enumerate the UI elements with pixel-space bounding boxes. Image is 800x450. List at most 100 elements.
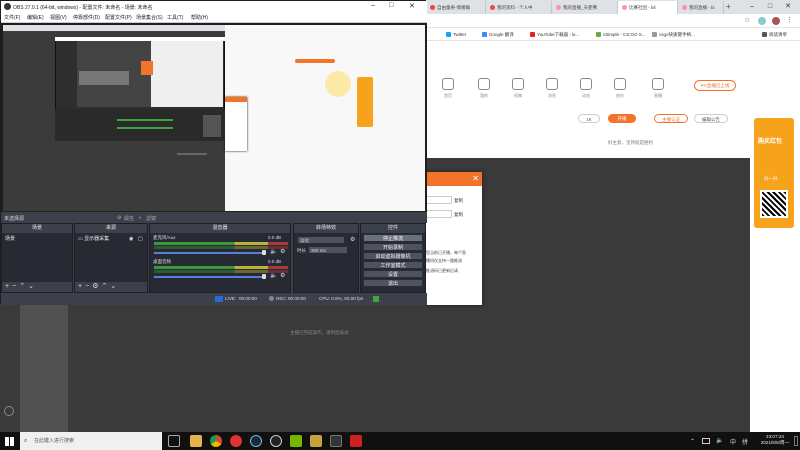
studio-mode-button[interactable]: 工作室模式 <box>363 261 423 269</box>
filters-button[interactable]: 滤镜 <box>146 215 156 222</box>
maximize-icon[interactable]: □ <box>389 2 393 9</box>
minimize-icon[interactable]: – <box>371 2 375 9</box>
virtual-camera-button[interactable]: 启动虚拟摄像机 <box>363 252 423 260</box>
minimize-icon[interactable]: – <box>744 2 760 12</box>
upload-icon[interactable] <box>512 78 524 90</box>
menu-dots-icon[interactable]: ⋮ <box>786 16 793 24</box>
live-icon[interactable] <box>652 78 664 90</box>
extension-icon[interactable] <box>758 17 766 25</box>
copy-button[interactable]: 复制 <box>454 212 463 218</box>
menu-view[interactable]: 视图(V) <box>50 14 67 21</box>
volume-icon[interactable]: 🔈 <box>716 437 723 444</box>
bookmark-item[interactable]: csgo快速键手柄... <box>652 32 695 38</box>
menu-tools[interactable]: 工具(T) <box>167 14 183 21</box>
speaker-icon[interactable]: 🔈 <box>270 272 277 279</box>
duration-input[interactable]: 300 ms <box>308 246 348 254</box>
taskbar-search[interactable]: ⌕ 在此键入进行搜索 <box>20 432 162 450</box>
obs-icon[interactable] <box>270 435 282 447</box>
volume-knob[interactable] <box>262 274 266 279</box>
down-icon[interactable]: ⌄ <box>110 283 119 290</box>
game-icon[interactable] <box>310 435 322 447</box>
gear-icon[interactable]: ⚙ <box>280 272 285 279</box>
eye-icon[interactable]: ◉ <box>129 235 133 243</box>
headset-icon[interactable] <box>4 406 14 416</box>
create-icon[interactable] <box>614 78 626 90</box>
speaker-icon[interactable]: 🔈 <box>270 248 277 255</box>
properties-button[interactable]: 属性 <box>124 215 134 222</box>
user-icon[interactable] <box>478 78 490 90</box>
bookmark-item[interactable]: vSimple - CS:GO S... <box>596 32 646 38</box>
chrome-tab[interactable]: 我的资料 - 个人中 <box>486 1 552 14</box>
scenes-footer: +−⌃⌄ <box>2 282 72 292</box>
mixer-channel-desktop: 桌面音频 0.0 dB 🔈 ⚙ <box>150 257 290 281</box>
star-icon[interactable]: ☆ <box>744 16 750 24</box>
bookmark-label: csgo快速键手柄... <box>659 32 695 37</box>
menu-file[interactable]: 文件(F) <box>4 14 20 21</box>
menu-edit[interactable]: 编辑(E) <box>27 14 44 21</box>
exit-button[interactable]: 退出 <box>363 279 423 287</box>
tag-button-1k[interactable]: 1K <box>578 114 600 123</box>
nvidia-icon[interactable] <box>290 435 302 447</box>
file-explorer-icon[interactable] <box>190 435 202 447</box>
terminal-icon[interactable] <box>330 435 342 447</box>
server-field[interactable] <box>426 196 452 204</box>
key-field[interactable] <box>426 210 452 218</box>
gear-icon[interactable]: ⚙ <box>280 248 285 255</box>
close-icon[interactable]: ✕ <box>780 2 796 12</box>
start-recording-button[interactable]: 开始录制 <box>363 243 423 251</box>
source-item[interactable]: ▭ 显示器采集 ◉ ▢ <box>75 235 147 243</box>
volume-knob[interactable] <box>262 250 266 255</box>
avatar[interactable] <box>772 17 780 25</box>
red-app-icon[interactable] <box>350 435 362 447</box>
menu-help[interactable]: 帮助(H) <box>191 14 208 21</box>
scene-item[interactable]: 场景 <box>2 235 72 243</box>
steam-icon[interactable] <box>250 435 262 447</box>
preview-inner-page <box>151 41 223 107</box>
dynamic-icon[interactable] <box>580 78 592 90</box>
start-live-button[interactable]: 开播 <box>608 114 636 123</box>
bookmark-item[interactable]: YouTube下载器 - ki... <box>530 32 579 38</box>
network-icon[interactable] <box>702 438 710 444</box>
ime-icon[interactable]: 中 <box>730 437 736 446</box>
anchor-cert-button[interactable]: 主播认证 <box>654 114 688 123</box>
message-icon[interactable] <box>546 78 558 90</box>
reading-list[interactable]: 阅读清单 <box>762 32 787 38</box>
volume-slider[interactable] <box>154 276 264 278</box>
windows-start-icon[interactable] <box>5 437 14 446</box>
close-icon[interactable]: ✕ <box>409 2 415 10</box>
copy-button[interactable]: 复制 <box>454 198 463 204</box>
chrome-tab[interactable]: 我的直播 - bi <box>678 1 724 14</box>
task-view-icon[interactable] <box>168 435 180 447</box>
up-icon[interactable]: ⌃ <box>101 283 110 290</box>
new-tab-plus-icon[interactable]: + <box>726 2 731 11</box>
chrome-tab[interactable]: 我的直播_天使弗 <box>552 1 618 14</box>
bookmark-item[interactable]: Google 翻译 <box>482 32 514 38</box>
taskbar-clock[interactable]: 23:07:24 2021/6/6/周一 <box>758 434 792 446</box>
netease-music-icon[interactable] <box>230 435 242 447</box>
pc-live-button[interactable]: PC直播已上线 <box>694 80 736 91</box>
settings-button[interactable]: 设置 <box>363 270 423 278</box>
bookmark-item[interactable]: Twitter <box>446 32 466 38</box>
chrome-tab[interactable]: 自由童奇-情绪确 <box>426 1 486 14</box>
rec-indicator-icon <box>269 296 274 301</box>
menu-scene-collection[interactable]: 场景集合(S) <box>136 14 163 21</box>
menu-docks[interactable]: 停靠部件(D) <box>73 14 100 21</box>
maximize-icon[interactable]: □ <box>762 2 778 12</box>
dialog-close-icon[interactable]: ✕ <box>472 174 479 183</box>
chrome-tab-active[interactable]: 比赛社团 - bil <box>618 1 678 14</box>
transition-select[interactable]: 淡化 <box>297 236 345 244</box>
home-icon[interactable] <box>442 78 454 90</box>
up-icon[interactable]: ⌃ <box>19 283 28 290</box>
lock-icon[interactable]: ▢ <box>138 235 143 243</box>
preview-meter <box>117 119 173 121</box>
notifications-icon[interactable] <box>794 436 798 446</box>
volume-slider[interactable] <box>154 252 264 254</box>
tray-up-icon[interactable]: ⌃ <box>690 438 695 445</box>
menu-profile[interactable]: 配置文件(P) <box>105 14 132 21</box>
edit-notice-button[interactable]: 编辑公告 <box>694 114 728 123</box>
input-mode-icon[interactable]: 拼 <box>742 437 748 446</box>
gear-icon[interactable]: ⚙ <box>350 236 355 243</box>
down-icon[interactable]: ⌄ <box>28 283 37 290</box>
stop-streaming-button[interactable]: 停止推流 <box>363 234 423 242</box>
chrome-icon[interactable] <box>210 435 222 447</box>
